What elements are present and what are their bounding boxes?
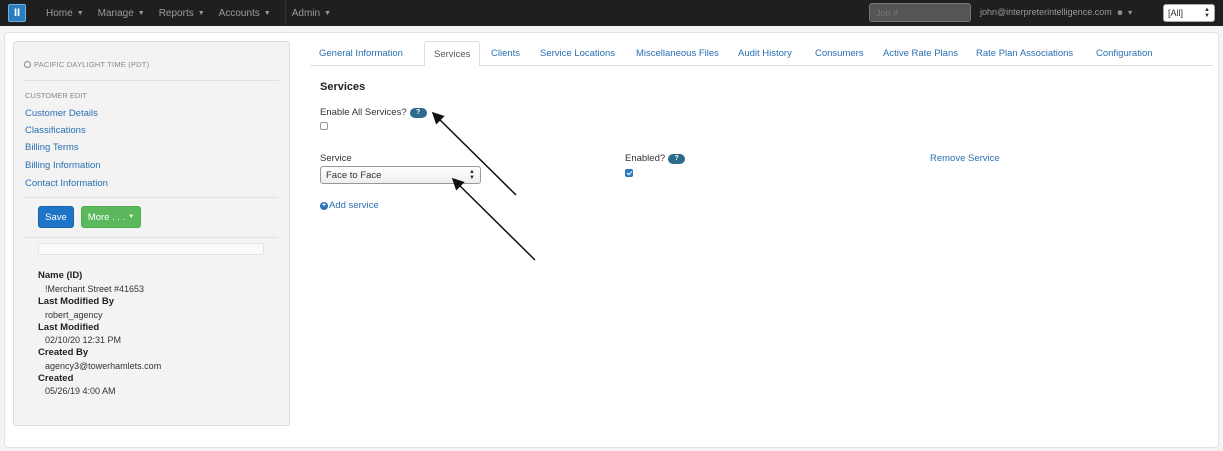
meta-created-label: Created xyxy=(38,373,74,384)
timezone-label: PACIFIC DAYLIGHT TIME (PDT) xyxy=(24,60,149,69)
enable-all-label: Enable All Services? ? xyxy=(320,107,427,118)
tab-audit-history[interactable]: Audit History xyxy=(738,41,792,66)
save-button-label: Save xyxy=(45,211,67,223)
enable-all-text: Enable All Services? xyxy=(320,107,407,118)
sidebar-inner-box xyxy=(38,243,264,255)
more-button-label: More . . . xyxy=(87,211,126,223)
meta-last-modified-by-label: Last Modified By xyxy=(38,296,115,307)
services-title: Services xyxy=(320,81,366,93)
add-service-link[interactable]: + Add service xyxy=(320,200,379,211)
meta-created-value: 05/26/19 4:00 AM xyxy=(45,386,116,396)
chevron-down-icon: ▾ xyxy=(1128,7,1133,17)
app-logo[interactable]: II xyxy=(8,4,26,22)
chevron-down-icon: ▼ xyxy=(137,9,145,17)
nav-accounts[interactable]: Accounts ▼ xyxy=(219,0,271,26)
nav-home-label: Home xyxy=(46,7,73,19)
nav-admin-label: Admin xyxy=(291,7,321,19)
more-button[interactable]: More . . . ▼ xyxy=(81,206,141,228)
nav-home[interactable]: Home ▼ xyxy=(46,0,84,26)
tab-bar: General Information Services Clients Ser… xyxy=(310,41,1213,67)
chevron-down-icon: ▼ xyxy=(76,9,84,17)
tab-miscellaneous-files[interactable]: Miscellaneous Files xyxy=(636,41,719,66)
link-contact-information[interactable]: Contact Information xyxy=(25,178,108,189)
job-search-input[interactable] xyxy=(869,3,971,22)
nav-reports[interactable]: Reports ▼ xyxy=(159,0,205,26)
meta-last-modified-by-value: robert_agency xyxy=(45,310,103,320)
scope-select[interactable]: [All] ▲ ▼ xyxy=(1163,4,1215,22)
save-button[interactable]: Save xyxy=(38,206,74,228)
tab-clients[interactable]: Clients xyxy=(491,41,520,66)
enable-all-checkbox[interactable] xyxy=(320,122,328,130)
scope-select-value: [All] xyxy=(1168,8,1184,18)
service-select[interactable]: Face to Face ▲ ▼ xyxy=(320,166,481,184)
link-billing-terms[interactable]: Billing Terms xyxy=(25,142,79,153)
user-menu[interactable]: john@interpreterintelligence.com ☻ ▾ xyxy=(980,7,1132,17)
chevron-down-icon: ▼ xyxy=(128,214,135,220)
tab-general-information[interactable]: General Information xyxy=(319,41,403,66)
chevron-down-icon: ▼ xyxy=(197,9,205,17)
tab-service-locations[interactable]: Service Locations xyxy=(540,41,615,66)
tab-active-rate-plans[interactable]: Active Rate Plans xyxy=(883,41,958,66)
nav-accounts-label: Accounts xyxy=(218,7,260,19)
timezone-text: PACIFIC DAYLIGHT TIME (PDT) xyxy=(34,60,150,69)
remove-service-link[interactable]: Remove Service xyxy=(930,153,1000,164)
select-arrows-icon: ▲ ▼ xyxy=(469,169,475,181)
divider xyxy=(23,197,278,198)
service-select-value: Face to Face xyxy=(326,169,382,181)
user-icon: ☻ xyxy=(1115,7,1125,17)
tab-services[interactable]: Services xyxy=(424,41,481,67)
help-icon[interactable]: ? xyxy=(668,153,686,164)
user-email: john@interpreterintelligence.com xyxy=(980,7,1112,17)
enabled-text: Enabled? xyxy=(625,153,666,164)
tab-rate-plan-associations[interactable]: Rate Plan Associations xyxy=(976,41,1073,66)
enabled-column-label: Enabled? ? xyxy=(625,153,686,164)
meta-name-label: Name (ID) xyxy=(38,270,83,281)
nav-manage[interactable]: Manage ▼ xyxy=(98,0,145,26)
meta-created-by-value: agency3@towerhamlets.com xyxy=(45,361,162,371)
add-service-text: Add service xyxy=(329,200,379,211)
help-icon[interactable]: ? xyxy=(409,107,427,118)
tab-consumers[interactable]: Consumers xyxy=(815,41,864,66)
meta-last-modified-value: 02/10/20 12:31 PM xyxy=(45,335,122,345)
logo-mark: II xyxy=(13,7,21,19)
plus-circle-icon: + xyxy=(320,201,328,210)
meta-created-by-label: Created By xyxy=(38,347,89,358)
chevron-down-icon: ▼ xyxy=(263,9,271,17)
nav-divider xyxy=(284,0,286,26)
link-billing-information[interactable]: Billing Information xyxy=(25,160,101,171)
chevron-down-icon: ▼ xyxy=(324,9,332,17)
customer-edit-heading: CUSTOMER EDIT xyxy=(25,91,87,100)
meta-last-modified-label: Last Modified xyxy=(38,322,100,333)
divider xyxy=(23,237,278,238)
nav-menu: Home ▼ Manage ▼ Reports ▼ Accounts ▼ Admin ▼ xyxy=(46,0,345,26)
tab-configuration[interactable]: Configuration xyxy=(1096,41,1153,66)
nav-admin[interactable]: Admin ▼ xyxy=(292,0,331,26)
link-customer-details[interactable]: Customer Details xyxy=(25,108,98,119)
service-column-label: Service xyxy=(320,153,352,164)
service-enabled-checkbox[interactable] xyxy=(625,169,633,177)
meta-name-value: !Merchant Street #41653 xyxy=(45,284,145,294)
clock-icon xyxy=(24,61,31,68)
nav-reports-label: Reports xyxy=(158,7,194,19)
link-classifications[interactable]: Classifications xyxy=(25,125,86,136)
select-arrows-icon: ▲ ▼ xyxy=(1204,7,1210,19)
divider xyxy=(24,80,279,81)
top-navbar: II Home ▼ Manage ▼ Reports ▼ Accounts ▼ Admi… xyxy=(0,0,1223,26)
nav-manage-label: Manage xyxy=(97,7,134,19)
